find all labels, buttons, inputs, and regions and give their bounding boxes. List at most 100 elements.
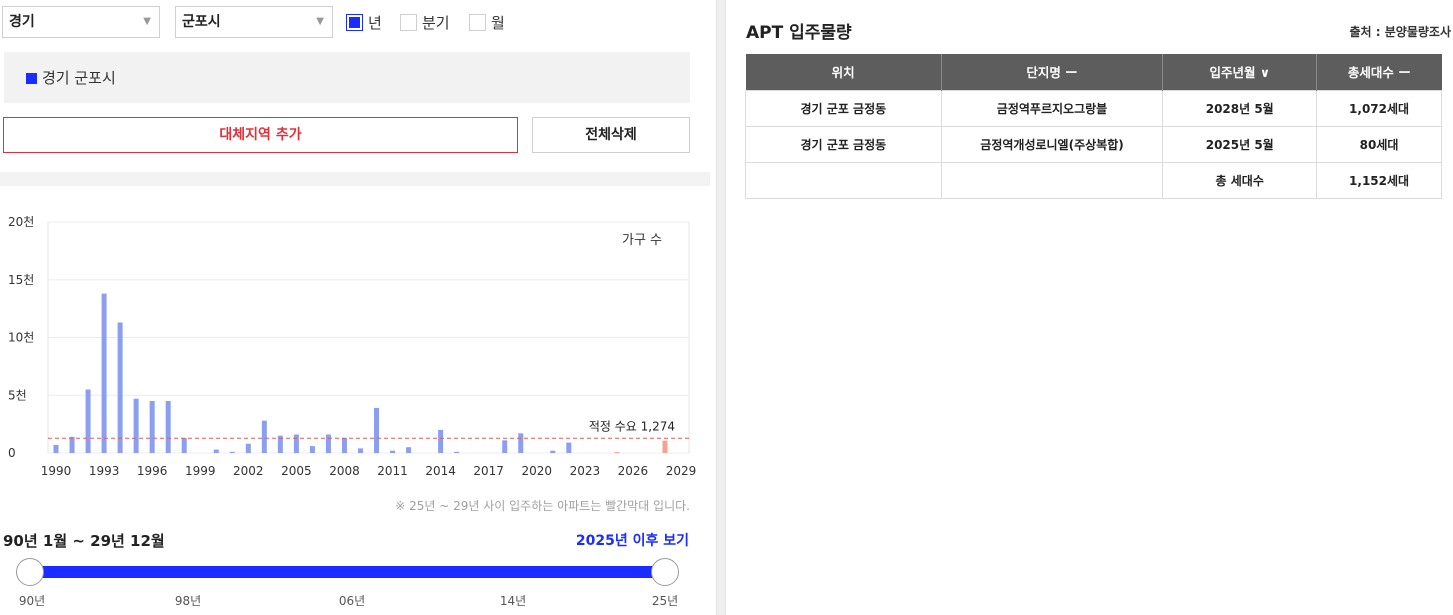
- range-tick-label: 98년: [174, 594, 202, 608]
- table-cell: 80세대: [1316, 125, 1442, 163]
- y-tick-label: 5천: [8, 387, 27, 402]
- x-tick-label: 2017: [473, 464, 504, 478]
- period-month-checkbox[interactable]: 월: [469, 12, 505, 33]
- y-tick-label: 20천: [8, 214, 34, 229]
- bar: [518, 433, 524, 453]
- x-tick-label: 2029: [666, 464, 697, 478]
- column-header-move-in-date[interactable]: 입주년월 ∨: [1162, 54, 1318, 90]
- bar: [53, 444, 59, 453]
- period-quarter-checkbox[interactable]: 분기: [400, 12, 450, 33]
- bar: [117, 322, 123, 453]
- period-quarter-label: 분기: [422, 14, 450, 32]
- x-tick-label: 2008: [329, 464, 360, 478]
- range-slider-start-handle[interactable]: [16, 558, 44, 586]
- table-cell: 경기 군포 금정동: [745, 89, 942, 127]
- bar: [245, 443, 251, 453]
- left-panel: 경기 ▼ 군포시 ▼ 년 분기 월 경기 군포시 대체지역 추가 전체삭제 0 5…: [0, 0, 710, 615]
- table-cell: 2028년 5월: [1162, 89, 1318, 127]
- city-select-value: 군포시: [182, 14, 221, 30]
- bar: [85, 389, 91, 453]
- apt-supply-title: APT 입주물량: [746, 23, 852, 43]
- table-total-row: 총 세대수 1,152세대: [745, 161, 1442, 199]
- bar: [325, 434, 331, 453]
- checkbox-unchecked-icon: [400, 14, 417, 31]
- column-header-location: 위치: [745, 54, 942, 90]
- province-select[interactable]: 경기 ▼: [2, 6, 160, 38]
- column-header-total-units[interactable]: 총세대수 ー: [1316, 54, 1442, 90]
- column-header-complex-name[interactable]: 단지명 ー: [941, 54, 1164, 90]
- x-tick-label: 1996: [137, 464, 168, 478]
- x-tick-label: 2026: [618, 464, 649, 478]
- table-header-row: 위치 단지명 ー 입주년월 ∨ 총세대수 ー: [745, 54, 1442, 90]
- chevron-down-icon: ▼: [316, 16, 324, 27]
- bar: [390, 450, 396, 453]
- chart-note: ※ 25년 ~ 29년 사이 입주하는 아파트는 빨간막대 입니다.: [395, 499, 690, 513]
- x-tick-label: 2014: [425, 464, 456, 478]
- table-row: 경기 군포 금정동 금정역개성로니엘(주상복합) 2025년 5월 80세대: [745, 125, 1442, 163]
- range-tick-label: 90년: [18, 594, 46, 608]
- bar: [309, 446, 315, 453]
- total-label-cell: 총 세대수: [1162, 161, 1318, 199]
- table-cell: 금정역푸르지오그랑블: [940, 89, 1164, 127]
- x-tick-label: 1999: [185, 464, 216, 478]
- view-after-2025-link[interactable]: 2025년 이후 보기: [576, 530, 689, 550]
- range-tick-label: 14년: [499, 594, 527, 608]
- period-month-label: 월: [491, 14, 505, 32]
- series-label: 가구 수: [622, 233, 662, 248]
- bar: [406, 447, 412, 453]
- table-cell: [745, 161, 942, 199]
- bar: [438, 429, 444, 453]
- range-tick-label: 06년: [338, 594, 366, 608]
- selected-region-label: 경기 군포시: [42, 69, 116, 87]
- bar: [357, 448, 363, 453]
- x-tick-label: 2020: [521, 464, 552, 478]
- range-slider-end-handle[interactable]: [651, 558, 679, 586]
- bar: [293, 434, 299, 453]
- bar: [566, 442, 572, 453]
- panel-divider: [716, 0, 726, 615]
- table-cell: [940, 161, 1164, 199]
- table-cell: 경기 군포 금정동: [745, 125, 942, 163]
- x-tick-label: 2002: [233, 464, 264, 478]
- table-cell: 1,072세대: [1316, 89, 1442, 127]
- range-slider-track[interactable]: [30, 566, 666, 578]
- period-year-label: 년: [368, 14, 382, 32]
- bar: [502, 440, 508, 453]
- bar: [165, 401, 171, 453]
- bar: [374, 407, 380, 453]
- checkbox-checked-icon: [346, 14, 363, 31]
- bar: [213, 449, 219, 453]
- y-tick-label: 10천: [8, 330, 34, 345]
- bar: [101, 293, 107, 453]
- table-cell: 금정역개성로니엘(주상복합): [940, 125, 1164, 163]
- bar: [181, 437, 187, 453]
- total-value-cell: 1,152세대: [1316, 161, 1442, 199]
- x-tick-label: 2005: [281, 464, 312, 478]
- checkbox-unchecked-icon: [469, 14, 486, 31]
- table-row: 경기 군포 금정동 금정역푸르지오그랑블 2028년 5월 1,072세대: [745, 89, 1442, 127]
- bar-highlight: [614, 452, 620, 454]
- bar: [133, 398, 139, 453]
- bar: [261, 420, 267, 453]
- delete-all-button[interactable]: 전체삭제: [532, 117, 690, 153]
- city-select[interactable]: 군포시 ▼: [175, 6, 333, 38]
- province-select-value: 경기: [9, 14, 35, 30]
- bar: [149, 401, 155, 453]
- supply-bar-chart: 0 5천 10천 15천 20천 1990 1993 1996 1999 2002 2005 2008…: [8, 214, 697, 478]
- bar: [550, 450, 556, 453]
- y-tick-label: 0: [8, 446, 16, 460]
- range-label: 90년 1월 ~ 29년 12월: [3, 532, 165, 550]
- table-cell: 2025년 5월: [1162, 125, 1318, 163]
- reference-line-label: 적정 수요 1,274: [589, 419, 675, 433]
- source-label: 출처 : 분양물량조사: [1349, 25, 1451, 39]
- y-tick-label: 15천: [8, 272, 34, 287]
- add-alternative-region-button[interactable]: 대체지역 추가: [3, 117, 518, 153]
- x-tick-label: 2011: [377, 464, 408, 478]
- chevron-down-icon: ▼: [143, 16, 151, 27]
- section-divider: [0, 172, 710, 186]
- bar: [69, 436, 75, 453]
- selected-region-bar: 경기 군포시: [4, 52, 690, 103]
- x-tick-label: 1993: [89, 464, 120, 478]
- period-year-checkbox[interactable]: 년: [346, 12, 382, 33]
- bar-highlight: [662, 440, 668, 453]
